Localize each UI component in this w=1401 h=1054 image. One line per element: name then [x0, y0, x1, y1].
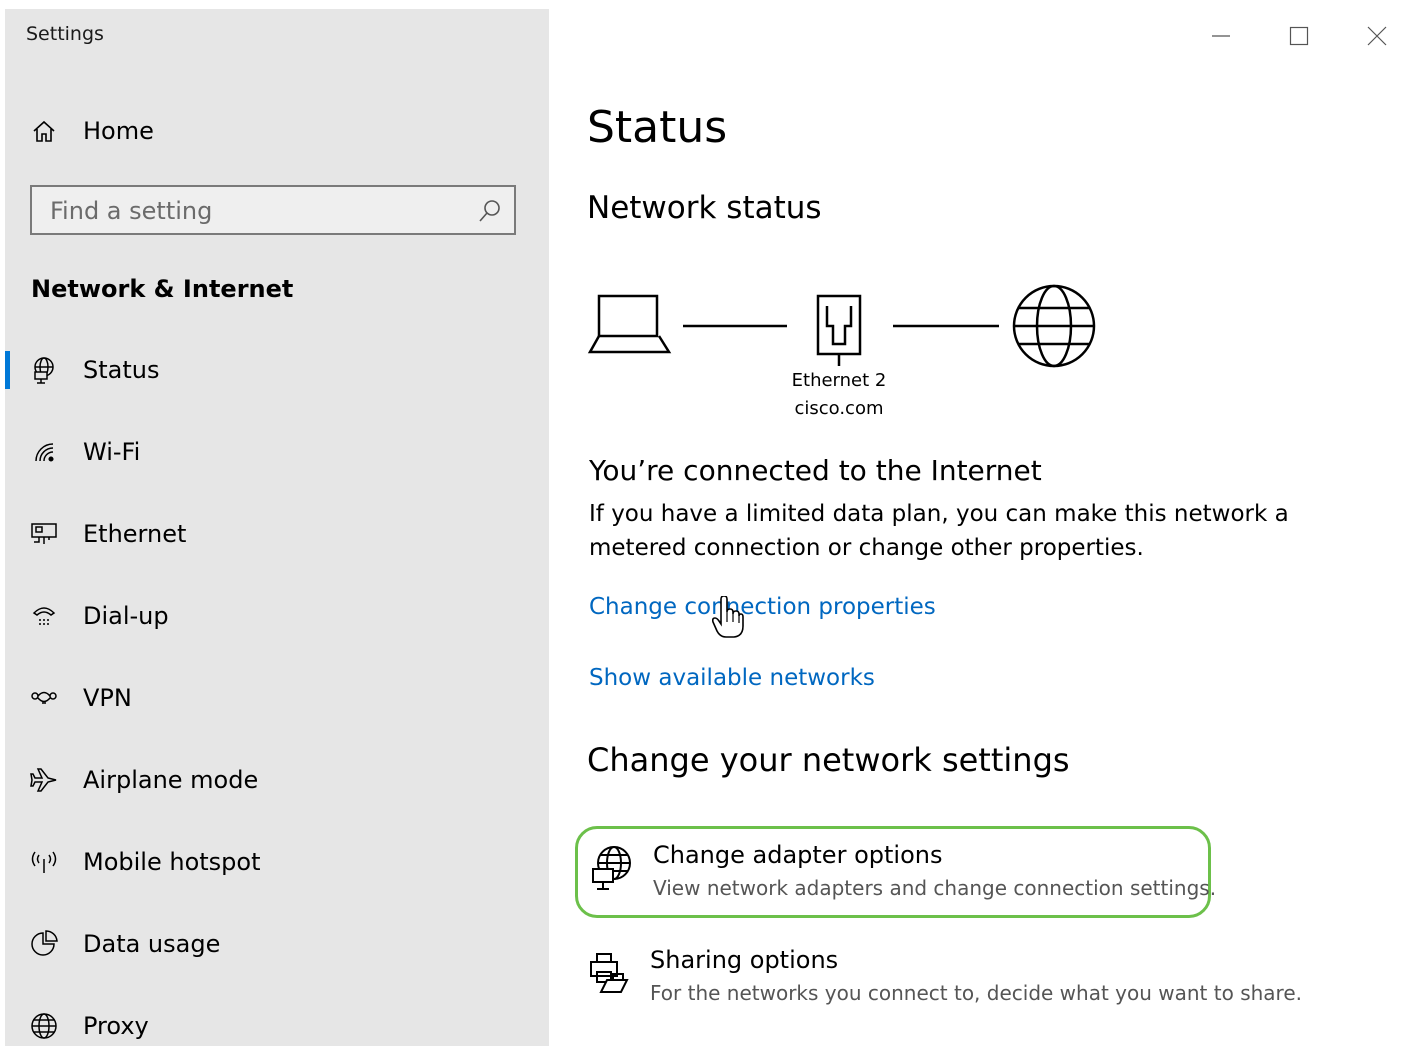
- sidebar-item-label: VPN: [83, 684, 132, 712]
- sidebar-item-home[interactable]: Home: [5, 103, 549, 159]
- close-button[interactable]: [1357, 20, 1397, 52]
- hand-cursor-icon: [712, 596, 744, 638]
- sidebar-item-status[interactable]: Status: [5, 342, 549, 398]
- sidebar-item-label: Mobile hotspot: [83, 848, 261, 876]
- ethernet-port-icon: [816, 294, 862, 366]
- section-title: Network & Internet: [31, 275, 294, 303]
- internet-globe-icon: [1012, 284, 1096, 368]
- page-title: Status: [587, 102, 728, 153]
- minimize-button[interactable]: [1201, 20, 1241, 52]
- proxy-globe-icon: [29, 1011, 59, 1041]
- sidebar-item-dialup[interactable]: Dial-up: [5, 588, 549, 644]
- change-connection-properties-link[interactable]: Change connection properties: [589, 594, 936, 620]
- option-description: View network adapters and change connect…: [653, 876, 1217, 900]
- sidebar-item-data-usage[interactable]: Data usage: [5, 916, 549, 972]
- sidebar-item-wifi[interactable]: Wi-Fi: [5, 424, 549, 480]
- sidebar-item-vpn[interactable]: VPN: [5, 670, 549, 726]
- change-adapter-options[interactable]: Change adapter options View network adap…: [575, 826, 1216, 918]
- adapter-name-label: Ethernet 2: [791, 370, 887, 391]
- network-diagram: Ethernet 2 cisco.com: [587, 280, 1107, 430]
- sharing-options[interactable]: Sharing options For the networks you con…: [575, 934, 1302, 1026]
- sidebar-item-label: Proxy: [83, 1012, 149, 1040]
- maximize-button[interactable]: [1279, 20, 1319, 52]
- search-input[interactable]: [32, 187, 492, 235]
- option-description: For the networks you connect to, decide …: [650, 981, 1302, 1005]
- search-box: [30, 185, 516, 235]
- wifi-icon: [29, 437, 59, 467]
- sidebar-item-label: Data usage: [83, 930, 221, 958]
- network-status-title: Network status: [587, 190, 822, 226]
- sidebar-item-ethernet[interactable]: Ethernet: [5, 506, 549, 562]
- ethernet-icon: [29, 519, 59, 549]
- sidebar-item-label: Ethernet: [83, 520, 187, 548]
- close-icon: [1367, 26, 1387, 46]
- sidebar-item-airplane[interactable]: Airplane mode: [5, 752, 549, 808]
- sharing-printer-icon: [587, 950, 633, 1000]
- sidebar-item-label: Status: [83, 356, 160, 384]
- airplane-icon: [29, 765, 59, 795]
- hotspot-icon: [29, 847, 59, 877]
- option-title: Sharing options: [650, 946, 839, 974]
- app-title: Settings: [26, 23, 104, 45]
- domain-label: cisco.com: [794, 398, 884, 419]
- minimize-icon: [1212, 35, 1230, 37]
- vpn-icon: [29, 683, 59, 713]
- main-content: Status Network status Ethernet 2 cisco.c…: [549, 0, 1401, 1046]
- connection-heading: You’re connected to the Internet: [589, 454, 1042, 487]
- change-settings-title: Change your network settings: [587, 741, 1070, 779]
- sidebar-item-hotspot[interactable]: Mobile hotspot: [5, 834, 549, 890]
- adapter-globe-icon: [590, 845, 634, 899]
- sidebar-item-label: Dial-up: [83, 602, 169, 630]
- search-icon[interactable]: [478, 199, 502, 227]
- option-title: Change adapter options: [653, 841, 943, 869]
- sidebar-item-label: Airplane mode: [83, 766, 259, 794]
- dialup-icon: [29, 601, 59, 631]
- status-globe-icon: [29, 355, 59, 385]
- maximize-icon: [1289, 26, 1309, 46]
- sidebar: Settings Home Network & Internet Status …: [5, 9, 549, 1046]
- sidebar-item-label: Wi-Fi: [83, 438, 141, 466]
- data-usage-icon: [29, 929, 59, 959]
- laptop-icon: [587, 294, 672, 354]
- home-icon: [29, 116, 59, 146]
- show-available-networks-link[interactable]: Show available networks: [589, 665, 875, 691]
- sidebar-item-label: Home: [83, 117, 154, 145]
- connection-description: If you have a limited data plan, you can…: [589, 501, 1289, 561]
